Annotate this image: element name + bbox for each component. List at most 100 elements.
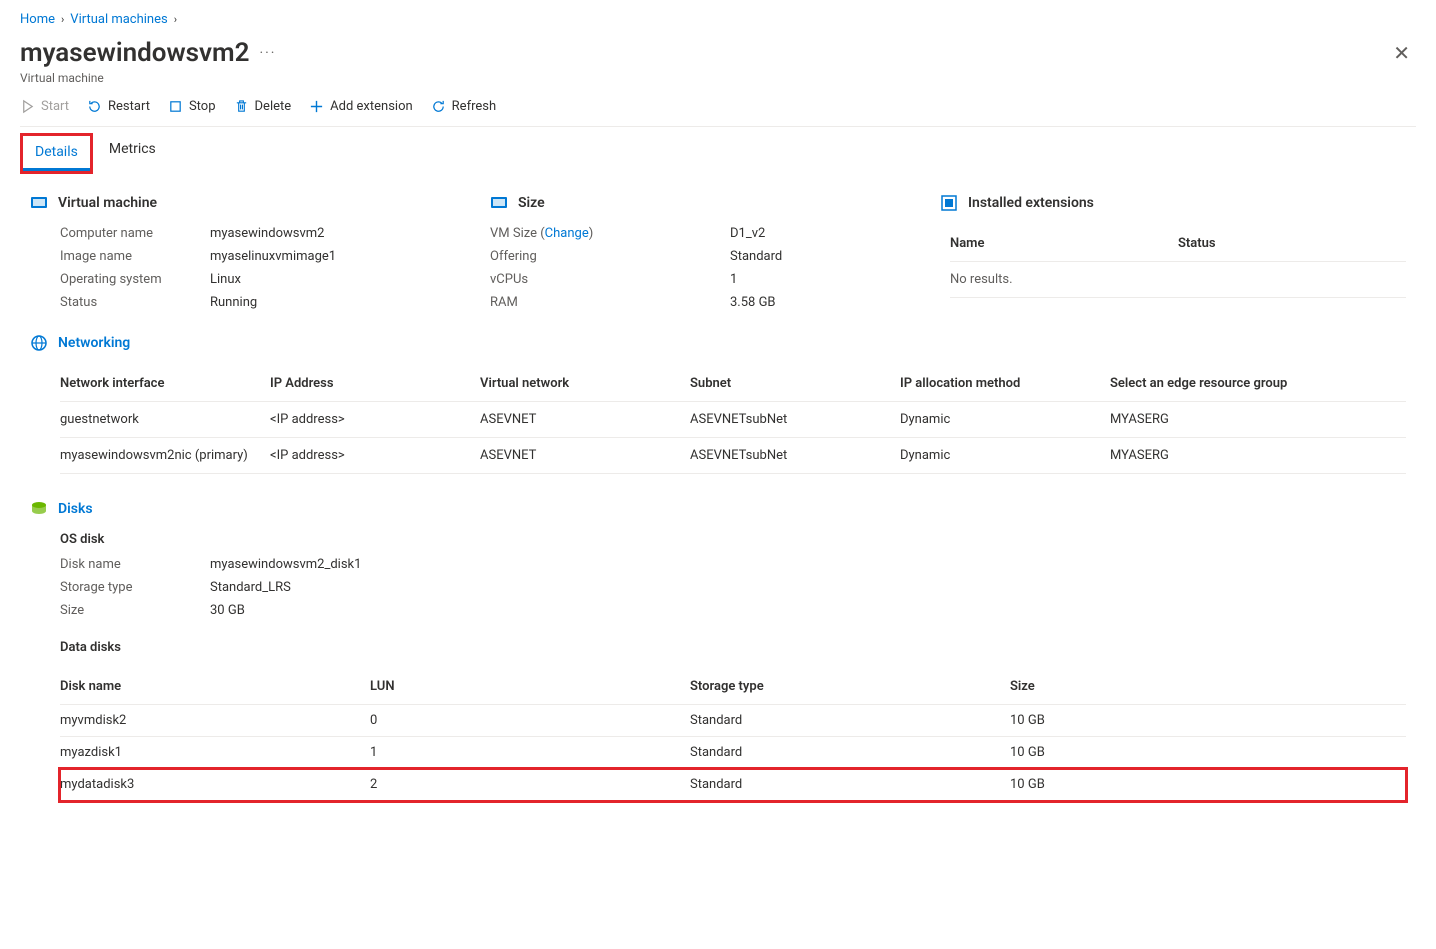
- trash-icon: [234, 99, 249, 114]
- dd-cell-lun: 1: [370, 745, 690, 760]
- restart-button[interactable]: Restart: [87, 99, 150, 114]
- os-disk-size-label: Size: [60, 603, 210, 618]
- net-cell-ip: <IP address>: [270, 448, 480, 463]
- dd-col-type: Storage type: [690, 679, 1010, 694]
- dd-cell-name: myazdisk1: [60, 745, 370, 760]
- dd-cell-type: Standard: [690, 777, 1010, 792]
- breadcrumb-home[interactable]: Home: [20, 12, 55, 27]
- section-vm-heading: Virtual machine: [30, 194, 480, 212]
- net-col-nic: Network interface: [60, 376, 270, 391]
- page-subtitle: Virtual machine: [20, 71, 1416, 85]
- size-vcpus-value: 1: [730, 272, 930, 287]
- size-offering-label: Offering: [490, 249, 640, 264]
- net-cell-rg: MYASERG: [1110, 412, 1406, 427]
- net-cell-vnet: ASEVNET: [480, 448, 690, 463]
- breadcrumb-vms[interactable]: Virtual machines: [70, 12, 167, 27]
- size-vm-size-value: D1_v2: [730, 226, 930, 241]
- vm-status-value: Running: [210, 295, 480, 310]
- net-table-row: myasewindowsvm2nic (primary)<IP address>…: [60, 438, 1406, 474]
- delete-button[interactable]: Delete: [234, 99, 292, 114]
- refresh-icon: [431, 99, 446, 114]
- networking-icon: [30, 334, 48, 352]
- ext-empty: No results.: [950, 262, 1406, 298]
- tabs: Details Metrics: [20, 133, 1416, 174]
- tab-details[interactable]: Details: [23, 136, 90, 171]
- section-disks-heading: Disks: [30, 500, 1406, 518]
- dd-col-size: Size: [1010, 679, 1406, 694]
- section-size-heading: Size: [490, 194, 930, 212]
- size-ram-label: RAM: [490, 295, 640, 310]
- restart-icon: [87, 99, 102, 114]
- net-cell-vnet: ASEVNET: [480, 412, 690, 427]
- net-col-alloc: IP allocation method: [900, 376, 1110, 391]
- net-col-subnet: Subnet: [690, 376, 900, 391]
- breadcrumb: Home › Virtual machines ›: [20, 8, 1416, 37]
- net-cell-alloc: Dynamic: [900, 448, 1110, 463]
- net-col-vnet: Virtual network: [480, 376, 690, 391]
- vm-os-value: Linux: [210, 272, 480, 287]
- os-disk-size-value: 30 GB: [210, 603, 1406, 618]
- ext-col-name: Name: [950, 236, 1178, 251]
- page-title: myasewindowsvm2: [20, 38, 249, 68]
- data-disks-heading: Data disks: [60, 640, 1406, 655]
- net-cell-ip: <IP address>: [270, 412, 480, 427]
- net-cell-rg: MYASERG: [1110, 448, 1406, 463]
- dd-cell-type: Standard: [690, 713, 1010, 728]
- close-button[interactable]: ✕: [1387, 37, 1416, 69]
- dd-cell-name: mydatadisk3: [60, 777, 370, 792]
- net-cell-subnet: ASEVNETsubNet: [690, 412, 900, 427]
- networking-link[interactable]: Networking: [58, 335, 130, 351]
- chevron-right-icon: ›: [61, 13, 64, 26]
- vm-computer-name-label: Computer name: [60, 226, 210, 241]
- net-cell-nic: guestnetwork: [60, 412, 270, 427]
- net-cell-nic: myasewindowsvm2nic (primary): [60, 448, 270, 463]
- chevron-right-icon: ›: [174, 13, 177, 26]
- dd-cell-lun: 2: [370, 777, 690, 792]
- dd-cell-size: 10 GB: [1010, 713, 1406, 728]
- section-extensions-heading: Installed extensions: [940, 194, 1406, 212]
- more-menu-icon[interactable]: ···: [259, 45, 276, 61]
- os-disk-name-label: Disk name: [60, 557, 210, 572]
- net-table-row: guestnetwork<IP address>ASEVNETASEVNETsu…: [60, 402, 1406, 438]
- size-offering-value: Standard: [730, 249, 930, 264]
- size-vcpus-label: vCPUs: [490, 272, 640, 287]
- os-disk-type-label: Storage type: [60, 580, 210, 595]
- os-disk-type-value: Standard_LRS: [210, 580, 1406, 595]
- stop-icon: [168, 99, 183, 114]
- stop-button[interactable]: Stop: [168, 99, 216, 114]
- plus-icon: [309, 99, 324, 114]
- vm-icon: [30, 194, 48, 212]
- size-vm-size-label: VM Size: [490, 226, 537, 241]
- section-networking-heading: Networking: [30, 334, 1406, 352]
- data-disk-row: myazdisk11Standard10 GB: [60, 737, 1406, 769]
- size-icon: [490, 194, 508, 212]
- dd-cell-size: 10 GB: [1010, 777, 1406, 792]
- add-extension-button[interactable]: Add extension: [309, 99, 413, 114]
- vm-image-name-value: myaselinuxvmimage1: [210, 249, 480, 264]
- vm-status-label: Status: [60, 295, 210, 310]
- refresh-button[interactable]: Refresh: [431, 99, 496, 114]
- disks-link[interactable]: Disks: [58, 501, 93, 517]
- os-disk-heading: OS disk: [60, 532, 1406, 547]
- dd-col-name: Disk name: [60, 679, 370, 694]
- dd-cell-name: myvmdisk2: [60, 713, 370, 728]
- net-col-ip: IP Address: [270, 376, 480, 391]
- vm-image-name-label: Image name: [60, 249, 210, 264]
- dd-cell-lun: 0: [370, 713, 690, 728]
- command-toolbar: Start Restart Stop Delete Add extension …: [20, 85, 1416, 127]
- dd-col-lun: LUN: [370, 679, 690, 694]
- data-disk-row: myvmdisk20Standard10 GB: [60, 705, 1406, 737]
- play-icon: [20, 99, 35, 114]
- tab-metrics[interactable]: Metrics: [97, 133, 168, 174]
- extensions-icon: [940, 194, 958, 212]
- os-disk-name-value: myasewindowsvm2_disk1: [210, 557, 1406, 572]
- vm-computer-name-value: myasewindowsvm2: [210, 226, 480, 241]
- net-col-rg: Select an edge resource group: [1110, 376, 1406, 391]
- change-size-link[interactable]: Change: [545, 226, 589, 241]
- ext-col-status: Status: [1178, 236, 1406, 251]
- vm-os-label: Operating system: [60, 272, 210, 287]
- disks-icon: [30, 500, 48, 518]
- dd-cell-type: Standard: [690, 745, 1010, 760]
- net-cell-subnet: ASEVNETsubNet: [690, 448, 900, 463]
- net-cell-alloc: Dynamic: [900, 412, 1110, 427]
